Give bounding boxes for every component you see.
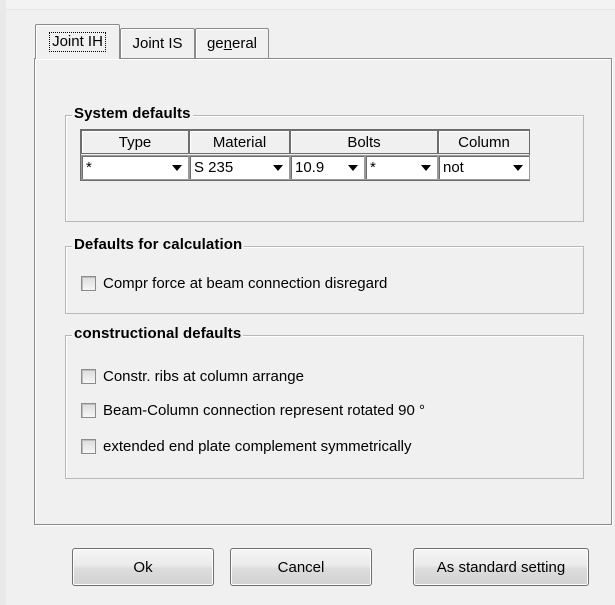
end-plate-symmetric-label: extended end plate complement symmetrica…	[103, 438, 412, 455]
as-standard-setting-button[interactable]: As standard setting	[413, 548, 589, 586]
end-plate-symmetric-checkbox[interactable]	[81, 439, 96, 454]
type-select-value: *	[86, 159, 92, 176]
beam-column-rotated-checkbox[interactable]	[81, 403, 96, 418]
chevron-down-icon[interactable]	[421, 165, 431, 171]
compr-force-option[interactable]: Compr force at beam connection disregard	[81, 275, 387, 292]
bolt-size-select-value: *	[370, 159, 376, 176]
ok-button[interactable]: Ok	[72, 548, 214, 586]
material-select-value: S 235	[194, 159, 234, 176]
constr-ribs-checkbox[interactable]	[81, 369, 96, 384]
tab-panel: System defaults Type Material Bolts Colu…	[34, 58, 612, 525]
type-select[interactable]: *	[81, 155, 189, 180]
chevron-down-icon[interactable]	[513, 165, 523, 171]
material-select[interactable]: S 235	[189, 155, 290, 180]
system-defaults-title: System defaults	[72, 105, 193, 122]
system-defaults-group: System defaults Type Material Bolts Colu…	[65, 105, 584, 222]
tab-label-joint-ih: Joint IH	[49, 32, 106, 52]
column-select[interactable]: not	[438, 155, 530, 180]
tab-label-general: general	[206, 35, 258, 52]
constructional-defaults-title: constructional defaults	[72, 325, 244, 342]
bolt-size-select[interactable]: *	[365, 155, 438, 180]
chevron-down-icon[interactable]	[273, 165, 283, 171]
tab-label-joint-is: Joint IS	[132, 35, 183, 52]
end-plate-symmetric-option[interactable]: extended end plate complement symmetrica…	[81, 438, 411, 455]
window-top-edge	[0, 0, 615, 10]
beam-column-rotated-option[interactable]: Beam-Column connection represent rotated…	[81, 402, 425, 419]
beam-column-rotated-label: Beam-Column connection represent rotated…	[103, 402, 426, 419]
calculation-defaults-title: Defaults for calculation	[72, 236, 245, 253]
bolt-grade-select-value: 10.9	[295, 159, 325, 176]
constr-ribs-label: Constr. ribs at column arrange	[103, 368, 304, 385]
calculation-defaults-group: Defaults for calculation Compr force at …	[65, 236, 584, 314]
constructional-defaults-group: constructional defaults Constr. ribs at …	[65, 325, 584, 479]
grid-header-material: Material	[189, 130, 290, 154]
tab-joint-ih[interactable]: Joint IH	[35, 24, 120, 59]
grid-header-column: Column	[438, 130, 530, 154]
defaults-grid: Type Material Bolts Column * S 235 10.9 …	[80, 129, 530, 181]
window-left-edge	[0, 0, 6, 605]
constr-ribs-option[interactable]: Constr. ribs at column arrange	[81, 368, 304, 385]
tab-general[interactable]: general	[195, 28, 269, 58]
compr-force-label: Compr force at beam connection disregard	[103, 275, 388, 292]
compr-force-checkbox[interactable]	[81, 276, 96, 291]
chevron-down-icon[interactable]	[172, 165, 182, 171]
tab-joint-is[interactable]: Joint IS	[120, 28, 195, 58]
bolt-grade-select[interactable]: 10.9	[290, 155, 365, 180]
chevron-down-icon[interactable]	[348, 165, 358, 171]
cancel-button[interactable]: Cancel	[230, 548, 372, 586]
grid-header-type: Type	[81, 130, 189, 154]
column-select-value: not	[443, 159, 464, 176]
grid-header-bolts: Bolts	[290, 130, 438, 154]
